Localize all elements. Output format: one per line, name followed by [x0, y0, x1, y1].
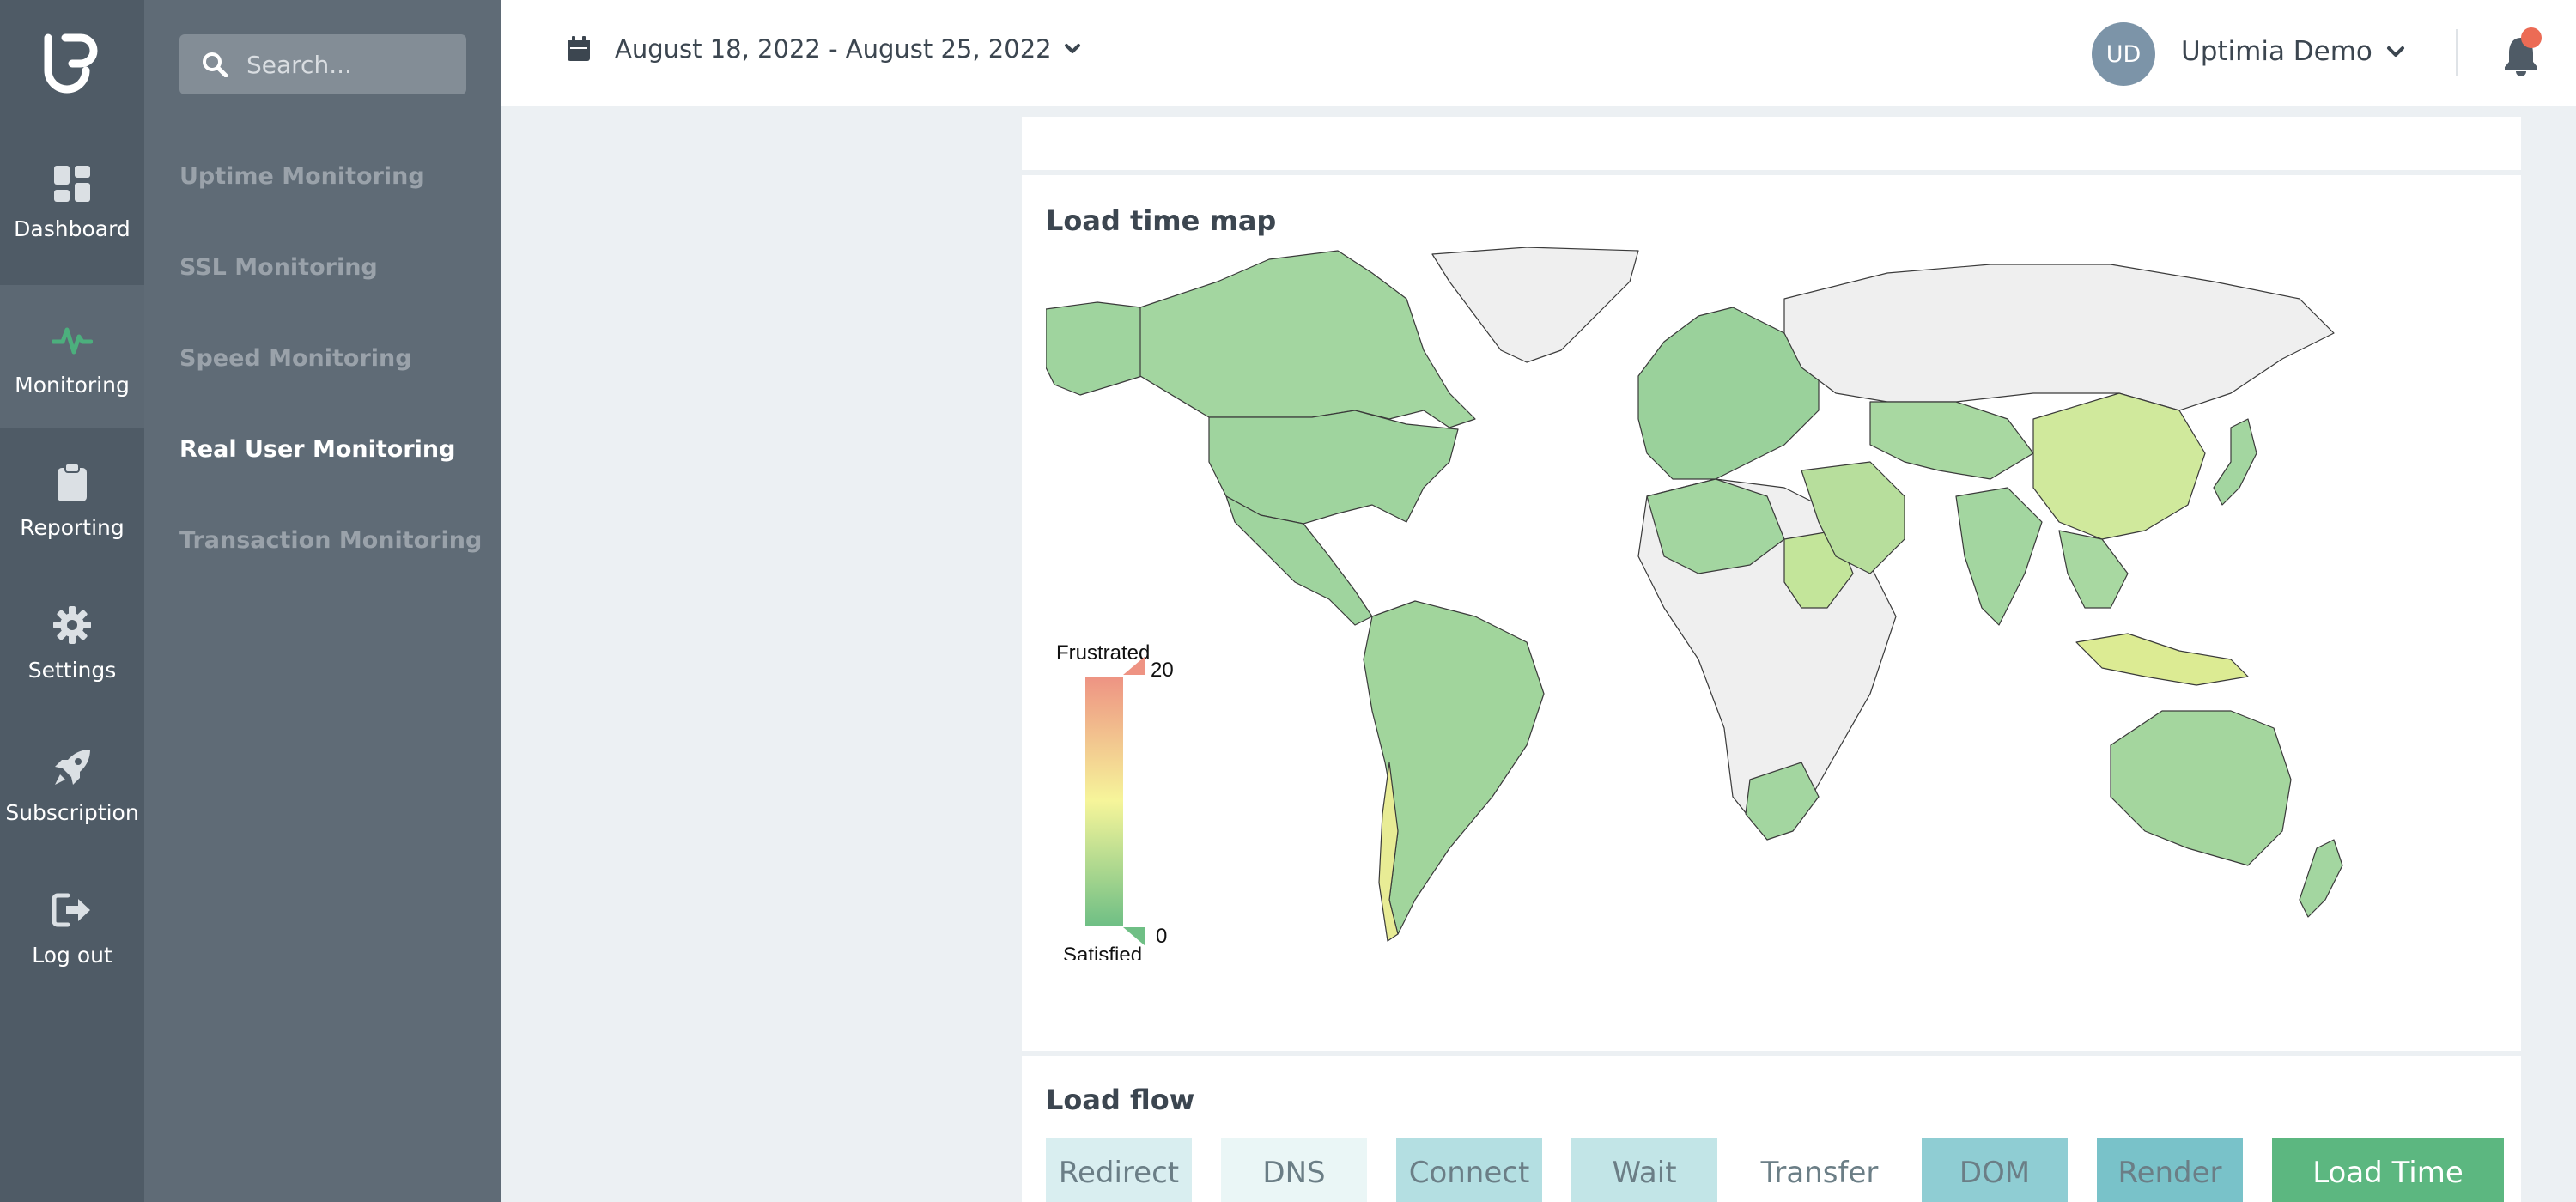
notification-badge	[2521, 27, 2542, 48]
dashboard-icon	[48, 160, 96, 208]
rail-item-label: Dashboard	[14, 216, 131, 241]
rail-item-label: Monitoring	[15, 372, 130, 398]
card-title: Load flow	[1046, 1084, 1195, 1116]
user-menu[interactable]: Uptimia Demo	[2181, 36, 2405, 67]
top-bar: August 18, 2022 - August 25, 2022 UD Upt…	[501, 0, 2576, 106]
region-russia[interactable]	[1783, 264, 2335, 411]
pulse-icon	[48, 316, 96, 364]
load-flow-bar: Redirect DNS Connect Wait Transfer DOM R…	[1046, 1138, 2504, 1202]
region-southeast-asia[interactable]	[2058, 530, 2129, 609]
search-placeholder: Search...	[246, 50, 352, 79]
subnav-item-transaction[interactable]: Transaction Monitoring	[179, 527, 482, 554]
legend-color-bar	[1085, 677, 1123, 926]
previous-card	[1022, 117, 2521, 170]
load-flow-card: Load flow Redirect DNS Connect Wait Tran…	[1022, 1056, 2521, 1202]
subnav-item-rum[interactable]: Real User Monitoring	[179, 436, 455, 463]
flow-segment-load-time[interactable]: Load Time	[2272, 1138, 2504, 1202]
region-alaska[interactable]	[1046, 301, 1143, 396]
rail-item-settings[interactable]: Settings	[0, 570, 144, 713]
rail-item-subscription[interactable]: Subscription	[0, 713, 144, 855]
calendar-icon	[568, 36, 590, 61]
logout-icon	[48, 886, 96, 934]
map-legend: Frustrated 20 0 Satisfied	[1056, 641, 1174, 960]
load-time-map-card: Load time map Frustrated 20 0 Satisfied	[1022, 175, 2521, 1051]
search-input[interactable]: Search...	[179, 34, 466, 94]
rail-item-label: Subscription	[5, 799, 139, 825]
search-icon	[203, 52, 228, 77]
region-india[interactable]	[1955, 487, 2043, 626]
flow-segment-transfer[interactable]: Transfer	[1747, 1138, 1893, 1202]
rocket-icon	[48, 744, 96, 792]
region-japan[interactable]	[2213, 418, 2257, 506]
rail-item-label: Settings	[27, 657, 117, 683]
rail-item-reporting[interactable]: Reporting	[0, 428, 144, 570]
flow-segment-dom[interactable]: DOM	[1922, 1138, 2068, 1202]
monitoring-subnav: Search... Uptime Monitoring SSL Monitori…	[144, 0, 501, 1202]
region-canada[interactable]	[1139, 250, 1476, 428]
legend-top-label: Frustrated	[1056, 641, 1150, 665]
card-title: Load time map	[1046, 204, 1277, 237]
world-map: Frustrated 20 0 Satisfied	[1046, 247, 2343, 960]
region-indonesia[interactable]	[2075, 633, 2249, 686]
header-divider	[2456, 29, 2458, 76]
rail-item-label: Reporting	[20, 514, 125, 540]
date-range-picker[interactable]: August 18, 2022 - August 25, 2022	[567, 34, 1081, 64]
icon-rail: Dashboard Monitoring Reporting Settings …	[0, 0, 144, 1202]
rail-item-monitoring[interactable]: Monitoring	[0, 285, 144, 428]
legend-bottom-label: Satisfied	[1063, 944, 1142, 960]
rail-item-dashboard[interactable]: Dashboard	[0, 129, 144, 271]
uptimia-logo[interactable]	[0, 31, 144, 108]
flow-segment-render[interactable]: Render	[2097, 1138, 2243, 1202]
region-usa[interactable]	[1208, 410, 1459, 525]
region-new-zealand[interactable]	[2299, 839, 2343, 918]
clipboard-icon	[48, 458, 96, 507]
date-range-text: August 18, 2022 - August 25, 2022	[615, 34, 1052, 64]
chevron-down-icon	[1064, 44, 1080, 53]
user-name: Uptimia Demo	[2181, 36, 2372, 67]
region-greenland[interactable]	[1431, 247, 1639, 363]
flow-segment-dns[interactable]: DNS	[1221, 1138, 1367, 1202]
flow-segment-redirect[interactable]: Redirect	[1046, 1138, 1192, 1202]
legend-max-value: 20	[1151, 659, 1174, 682]
flow-segment-connect[interactable]: Connect	[1396, 1138, 1542, 1202]
rail-item-logout[interactable]: Log out	[0, 855, 144, 998]
flow-segment-wait[interactable]: Wait	[1571, 1138, 1717, 1202]
region-central-asia[interactable]	[1869, 401, 2034, 480]
avatar[interactable]: UD	[2092, 22, 2155, 86]
region-australia[interactable]	[2110, 710, 2292, 866]
gear-icon	[48, 601, 96, 649]
chevron-down-icon	[2386, 46, 2404, 57]
subnav-item-uptime[interactable]: Uptime Monitoring	[179, 163, 425, 190]
rail-item-label: Log out	[32, 942, 112, 968]
subnav-item-speed[interactable]: Speed Monitoring	[179, 345, 412, 372]
subnav-item-ssl[interactable]: SSL Monitoring	[179, 254, 378, 281]
region-china[interactable]	[2032, 392, 2206, 540]
legend-min-value: 0	[1156, 925, 1167, 948]
